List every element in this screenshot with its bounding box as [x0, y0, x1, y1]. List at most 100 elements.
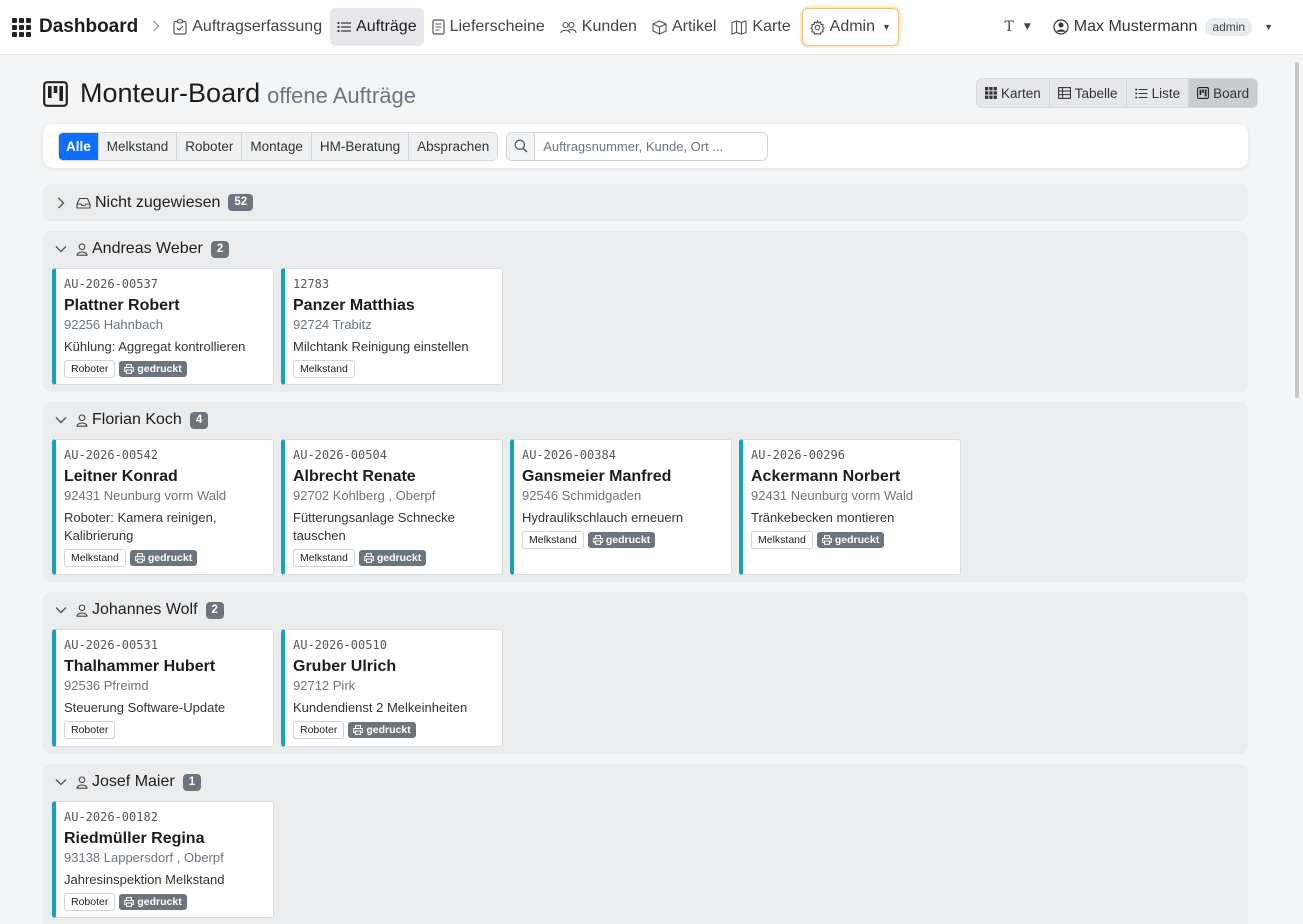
- order-number: AU-2026-00537: [64, 277, 158, 291]
- nav-label: Aufträge: [356, 18, 417, 35]
- order-card[interactable]: AU-2026-00384 Gansmeier Manfred 92546 Sc…: [510, 439, 732, 575]
- filter-roboter[interactable]: Roboter: [177, 132, 243, 160]
- user-menu[interactable]: Max Mustermann admin ▼: [1053, 18, 1273, 36]
- group-name: Johannes Wolf: [92, 601, 198, 618]
- page-subtitle: offene Aufträge: [267, 82, 416, 108]
- filter-alle[interactable]: Alle: [59, 132, 99, 160]
- customer-name: Panzer Matthias: [293, 297, 415, 314]
- group-name: Josef Maier: [92, 773, 175, 790]
- group-toggle[interactable]: Nicht zugewiesen 52: [53, 184, 254, 221]
- view-liste-button[interactable]: Liste: [1127, 79, 1190, 107]
- nav-auftragserfassung[interactable]: Auftragserfassung: [166, 8, 329, 46]
- user-name: Max Mustermann: [1073, 18, 1198, 35]
- group-toggle[interactable]: Andreas Weber 2: [53, 231, 230, 267]
- person-icon: [76, 413, 88, 427]
- category-tag: Melkstand: [293, 360, 355, 378]
- category-tag: Melkstand: [64, 549, 126, 567]
- printed-label: gedruckt: [366, 724, 411, 736]
- view-switcher: Karten Tabelle Liste Board: [976, 78, 1259, 108]
- group-toggle[interactable]: Josef Maier 1: [53, 764, 202, 800]
- map-icon: [731, 19, 747, 35]
- printer-icon: [135, 553, 145, 563]
- group-johannes-wolf: Johannes Wolf 2 AU-2026-00531 Thalhammer…: [43, 592, 1248, 754]
- filter-melkstand[interactable]: Melkstand: [99, 132, 178, 160]
- order-card[interactable]: 12783 Panzer Matthias 92724 Trabitz Milc…: [281, 268, 503, 385]
- customer-location: 92546 Schmidgaden: [522, 488, 642, 503]
- order-card[interactable]: AU-2026-00510 Gruber Ulrich 92712 Pirk K…: [281, 629, 503, 747]
- nav-kunden[interactable]: Kunden: [553, 8, 644, 46]
- nav-artikel[interactable]: Artikel: [645, 8, 723, 46]
- printed-badge: gedruckt: [119, 361, 187, 377]
- customer-location: 92431 Neunburg vorm Wald: [751, 488, 914, 503]
- customer-location: 93138 Lappersdorf , Oberpf: [64, 850, 224, 865]
- user-role-badge: admin: [1205, 18, 1253, 36]
- order-task: Fütterungsanlage Schnecke tauschen: [293, 510, 455, 543]
- filter-hm-beratung[interactable]: HM-Beratung: [312, 132, 410, 160]
- customer-name: Thalhammer Hubert: [64, 658, 216, 675]
- search-input[interactable]: [535, 132, 768, 160]
- order-task: Steuerung Software-Update: [64, 700, 226, 715]
- order-card[interactable]: AU-2026-00504 Albrecht Renate 92702 Kohl…: [281, 439, 503, 575]
- group-toggle[interactable]: Johannes Wolf 2: [53, 592, 224, 628]
- people-icon: [560, 21, 577, 34]
- filter-montage[interactable]: Montage: [242, 132, 312, 160]
- page-scrollbar[interactable]: [1295, 62, 1299, 398]
- category-tag: Melkstand: [522, 531, 584, 549]
- customer-name: Ackermann Norbert: [751, 468, 901, 485]
- nav-karte[interactable]: Karte: [724, 8, 797, 46]
- group-name: Andreas Weber: [92, 240, 203, 257]
- search-icon: [507, 132, 536, 160]
- order-card[interactable]: AU-2026-00542 Leitner Konrad 92431 Neunb…: [52, 439, 274, 575]
- order-task: Tränkebecken montieren: [751, 510, 895, 525]
- group-count-badge: 4: [189, 411, 209, 429]
- customer-name: Gansmeier Manfred: [522, 468, 672, 485]
- person-icon: [76, 775, 88, 789]
- view-karten-button[interactable]: Karten: [977, 79, 1050, 107]
- order-card[interactable]: AU-2026-00537 Plattner Robert 92256 Hahn…: [52, 268, 274, 385]
- nav-label: Admin: [829, 18, 875, 35]
- category-tag: Melkstand: [751, 531, 813, 549]
- category-tag: Roboter: [64, 360, 116, 378]
- group-toggle[interactable]: Florian Koch 4: [53, 402, 209, 438]
- nav-label: Kunden: [581, 18, 637, 35]
- order-card[interactable]: AU-2026-00296 Ackermann Norbert 92431 Ne…: [739, 439, 961, 575]
- nav-lieferscheine[interactable]: Lieferscheine: [425, 8, 552, 46]
- category-filter-group: Alle Melkstand Roboter Montage HM-Beratu…: [58, 131, 499, 161]
- nav-label: Lieferscheine: [449, 18, 545, 35]
- group-name: Nicht zugewiesen: [95, 193, 221, 211]
- group-nicht-zugewiesen: Nicht zugewiesen 52: [43, 184, 1248, 221]
- printed-label: gedruckt: [137, 896, 182, 908]
- font-size-toggle[interactable]: T ▼: [1005, 19, 1031, 35]
- customer-name: Leitner Konrad: [64, 468, 178, 485]
- list-icon: [1134, 88, 1148, 99]
- order-task: Hydraulikschlauch erneuern: [522, 510, 684, 525]
- customer-location: 92724 Trabitz: [293, 317, 372, 332]
- order-number: AU-2026-00182: [64, 810, 158, 824]
- order-task: Roboter: Kamera reinigen, Kalibrierung: [64, 510, 217, 543]
- printed-label: gedruckt: [147, 552, 193, 564]
- box-icon: [652, 19, 667, 35]
- user-circle-icon: [1053, 19, 1069, 35]
- nav-admin-dropdown[interactable]: Admin ▼: [801, 8, 899, 46]
- chevron-down-icon: [53, 778, 69, 786]
- nav-auftraege[interactable]: Aufträge: [330, 8, 424, 46]
- chevron-down-icon: [53, 606, 69, 614]
- customer-name: Albrecht Renate: [293, 468, 416, 485]
- view-board-button[interactable]: Board: [1189, 79, 1258, 107]
- order-number: AU-2026-00542: [64, 448, 158, 462]
- customer-location: 92431 Neunburg vorm Wald: [64, 488, 227, 503]
- category-tag: Roboter: [293, 721, 345, 739]
- nav-label: Artikel: [671, 18, 717, 35]
- printed-label: gedruckt: [834, 534, 880, 546]
- printed-badge: gedruckt: [129, 550, 198, 566]
- printer-icon: [593, 535, 603, 545]
- person-icon: [76, 242, 88, 256]
- order-card[interactable]: AU-2026-00531 Thalhammer Hubert 92536 Pf…: [52, 629, 274, 747]
- filter-absprachen[interactable]: Absprachen: [409, 133, 497, 160]
- order-card[interactable]: AU-2026-00182 Riedmüller Regina 93138 La…: [52, 801, 274, 918]
- printer-icon: [124, 364, 135, 374]
- list-icon: [337, 21, 352, 33]
- view-tabelle-button[interactable]: Tabelle: [1050, 79, 1127, 107]
- brand-link[interactable]: Dashboard: [12, 7, 138, 47]
- brand-title: Dashboard: [39, 16, 139, 37]
